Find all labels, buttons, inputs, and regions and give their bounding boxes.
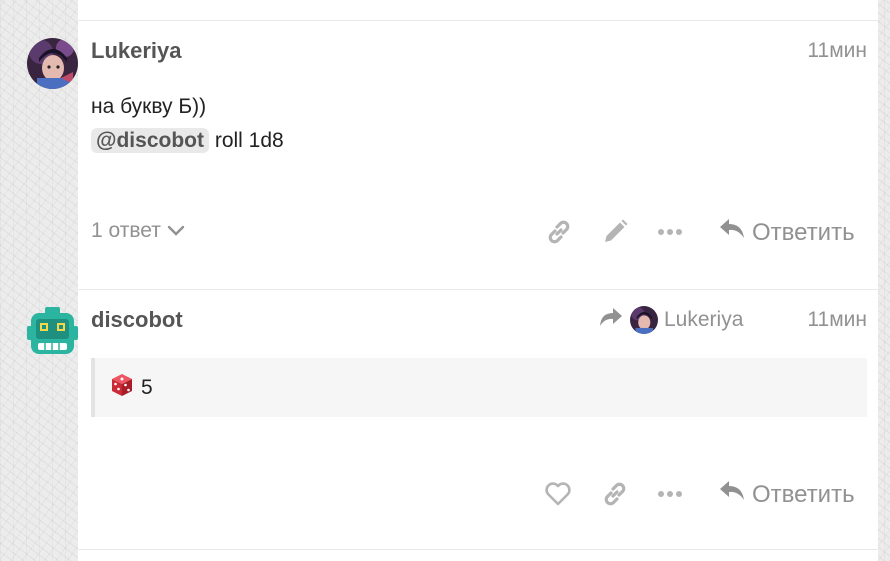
dice-result-value: 5 [141, 375, 153, 399]
reply-button[interactable]: Ответить [718, 478, 855, 511]
post-text-line: на букву Б)) [91, 95, 207, 118]
dice-icon [111, 373, 133, 403]
post-divider [78, 20, 878, 21]
command-text: roll 1d8 [214, 129, 284, 152]
link-icon[interactable] [600, 479, 630, 509]
reply-arrow-icon [718, 478, 746, 511]
reply-label: Ответить [752, 218, 855, 246]
post-username[interactable]: Lukeriya [91, 38, 182, 64]
dice-result-block: 5 [91, 358, 867, 417]
post-body: на букву Б)) @discobot roll 1d8 [91, 90, 284, 158]
post-time[interactable]: 11мин [807, 308, 867, 332]
share-arrow-icon [598, 306, 624, 334]
reply-to-indicator[interactable]: Lukeriya [598, 306, 743, 334]
link-icon[interactable] [544, 217, 574, 247]
reply-to-username: Lukeriya [664, 308, 744, 331]
pencil-icon[interactable] [600, 217, 630, 247]
heart-icon[interactable] [543, 479, 573, 509]
chevron-down-icon [167, 219, 185, 243]
reply-label: Ответить [752, 480, 855, 508]
reply-button[interactable]: Ответить [718, 216, 855, 249]
replies-count: 1 ответ [91, 219, 161, 242]
mention-link[interactable]: @discobot [91, 128, 209, 153]
post-username[interactable]: discobot [91, 307, 183, 333]
avatar[interactable] [27, 38, 78, 89]
post-text-line: @discobot roll 1d8 [91, 124, 284, 158]
post-divider [78, 549, 878, 550]
ellipsis-icon[interactable] [655, 217, 685, 247]
avatar[interactable] [27, 306, 78, 357]
post-divider [78, 289, 878, 290]
topic-feed [78, 0, 878, 561]
replies-toggle[interactable]: 1 ответ [91, 219, 185, 243]
avatar [630, 306, 658, 334]
reply-arrow-icon [718, 216, 746, 249]
ellipsis-icon[interactable] [655, 479, 685, 509]
post-time[interactable]: 11мин [807, 39, 867, 63]
